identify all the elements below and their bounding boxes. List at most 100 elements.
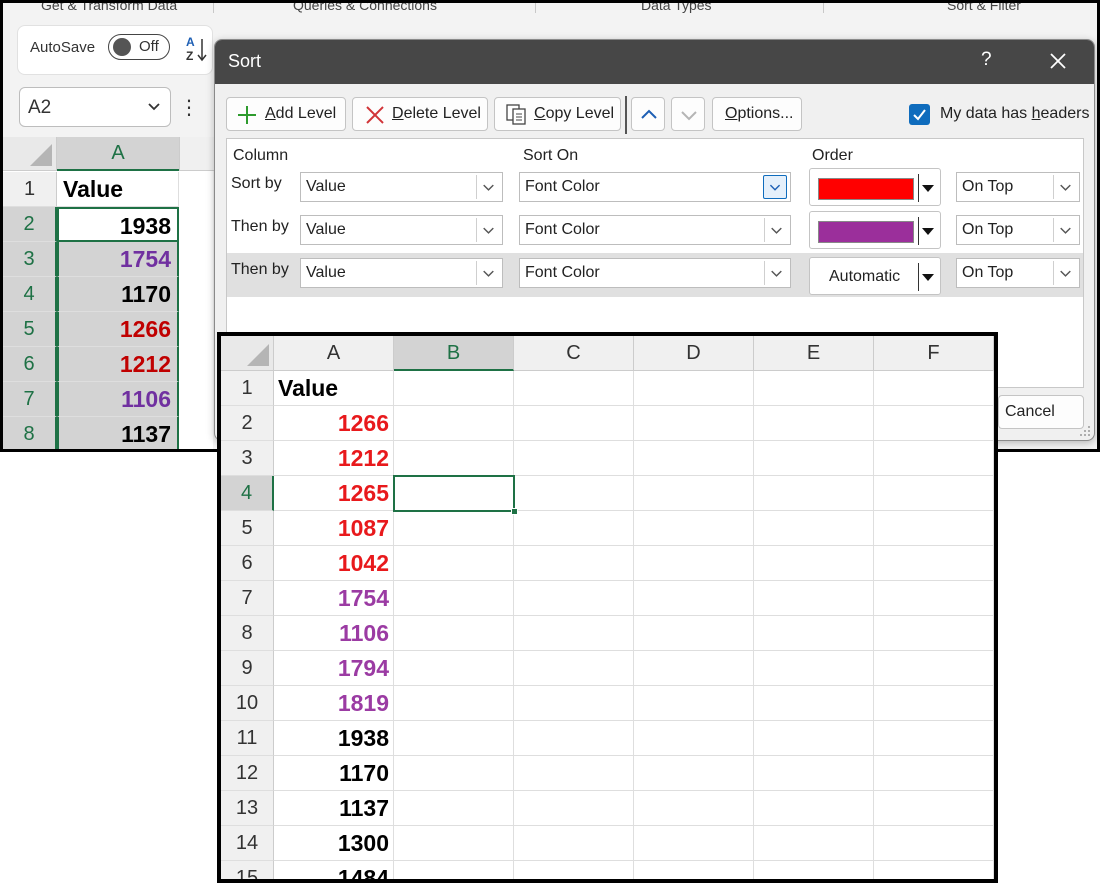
cell-a6[interactable]: 1212: [57, 347, 179, 382]
cell-a7[interactable]: 1106: [57, 382, 179, 417]
cell-a2[interactable]: 1938: [57, 207, 179, 242]
cell-d9[interactable]: [634, 651, 754, 686]
cell-d11[interactable]: [634, 721, 754, 756]
cell-e9[interactable]: [754, 651, 874, 686]
sort-on-dropdown[interactable]: Font Color: [519, 258, 791, 288]
cell-e10[interactable]: [754, 686, 874, 721]
autosave-toggle[interactable]: Off: [108, 34, 170, 60]
cell-a15[interactable]: 1484: [274, 861, 394, 879]
name-box[interactable]: A2: [19, 87, 171, 127]
cell-a5[interactable]: 1266: [57, 312, 179, 347]
cell-a13[interactable]: 1137: [274, 791, 394, 826]
cell-a1[interactable]: Value: [274, 371, 394, 406]
cell-c14[interactable]: [514, 826, 634, 861]
cell-d13[interactable]: [634, 791, 754, 826]
cell-f10[interactable]: [874, 686, 994, 721]
column-header-a[interactable]: A: [274, 336, 394, 371]
row-header[interactable]: 9: [221, 651, 274, 686]
cell-b5[interactable]: [394, 511, 514, 546]
cell-c2[interactable]: [514, 406, 634, 441]
cell-b3[interactable]: [394, 441, 514, 476]
cell-e11[interactable]: [754, 721, 874, 756]
cancel-button[interactable]: Cancel: [998, 395, 1084, 429]
delete-level-button[interactable]: Delete Level: [352, 97, 488, 131]
sort-a-to-z-icon[interactable]: A Z: [183, 35, 211, 65]
row-header[interactable]: 13: [221, 791, 274, 826]
cell-a8[interactable]: 1137: [57, 417, 179, 449]
cell-d6[interactable]: [634, 546, 754, 581]
column-dropdown[interactable]: Value: [300, 172, 503, 202]
cell-e15[interactable]: [754, 861, 874, 879]
cell-c13[interactable]: [514, 791, 634, 826]
more-options-icon[interactable]: ⋮: [179, 95, 199, 120]
column-header-a[interactable]: A: [57, 137, 179, 171]
row-header[interactable]: 7: [221, 581, 274, 616]
position-dropdown[interactable]: On Top: [956, 258, 1080, 288]
row-header[interactable]: 8: [221, 616, 274, 651]
cell-d10[interactable]: [634, 686, 754, 721]
cell-e6[interactable]: [754, 546, 874, 581]
cell-a10[interactable]: 1819: [274, 686, 394, 721]
cell-b15[interactable]: [394, 861, 514, 879]
row-header[interactable]: 12: [221, 756, 274, 791]
cell-e5[interactable]: [754, 511, 874, 546]
cell-d15[interactable]: [634, 861, 754, 879]
cell-f5[interactable]: [874, 511, 994, 546]
cell-e1[interactable]: [754, 371, 874, 406]
sort-level-row[interactable]: Sort by Value Font Color On Top: [227, 167, 1083, 211]
sort-on-dropdown[interactable]: Font Color: [519, 215, 791, 245]
row-header[interactable]: 1: [3, 172, 57, 207]
resize-grip-icon[interactable]: [1079, 425, 1091, 437]
cell-e12[interactable]: [754, 756, 874, 791]
cell-a8[interactable]: 1106: [274, 616, 394, 651]
cell-f1[interactable]: [874, 371, 994, 406]
cell-b14[interactable]: [394, 826, 514, 861]
column-dropdown[interactable]: Value: [300, 215, 503, 245]
order-color-dropdown[interactable]: Automatic: [809, 257, 941, 295]
row-header[interactable]: 8: [3, 417, 57, 449]
cell-d1[interactable]: [634, 371, 754, 406]
cell-f6[interactable]: [874, 546, 994, 581]
cell-a11[interactable]: 1938: [274, 721, 394, 756]
cell-c8[interactable]: [514, 616, 634, 651]
row-header[interactable]: 5: [221, 511, 274, 546]
cell-b1[interactable]: [394, 371, 514, 406]
column-dropdown[interactable]: Value: [300, 258, 503, 288]
cell-a3[interactable]: 1754: [57, 242, 179, 277]
cell-d12[interactable]: [634, 756, 754, 791]
cell-c12[interactable]: [514, 756, 634, 791]
cell-f15[interactable]: [874, 861, 994, 879]
cell-f13[interactable]: [874, 791, 994, 826]
column-header-d[interactable]: D: [634, 336, 754, 371]
copy-level-button[interactable]: Copy Level: [494, 97, 621, 131]
cell-b13[interactable]: [394, 791, 514, 826]
cell-e8[interactable]: [754, 616, 874, 651]
sort-level-row[interactable]: Then by Value Font Color On Top: [227, 210, 1083, 254]
cell-e14[interactable]: [754, 826, 874, 861]
row-header[interactable]: 6: [3, 347, 57, 382]
row-header[interactable]: 7: [3, 382, 57, 417]
add-level-button[interactable]: Add Level: [226, 97, 346, 131]
cell-e3[interactable]: [754, 441, 874, 476]
row-header[interactable]: 4: [3, 277, 57, 312]
cell-c5[interactable]: [514, 511, 634, 546]
dialog-title-bar[interactable]: Sort ?: [215, 40, 1094, 84]
select-all-corner[interactable]: [221, 336, 274, 371]
cell-e13[interactable]: [754, 791, 874, 826]
column-header-f[interactable]: F: [874, 336, 994, 371]
cell-f9[interactable]: [874, 651, 994, 686]
column-header-b[interactable]: B: [394, 336, 514, 371]
row-header[interactable]: 4: [221, 476, 274, 511]
row-header[interactable]: 3: [221, 441, 274, 476]
sort-level-row-selected[interactable]: Then by Value Font Color Automatic On To…: [227, 253, 1083, 297]
fill-handle[interactable]: [511, 508, 518, 515]
row-header[interactable]: 14: [221, 826, 274, 861]
cell-c4[interactable]: [514, 476, 634, 511]
cell-b7[interactable]: [394, 581, 514, 616]
cell-d8[interactable]: [634, 616, 754, 651]
cell-e7[interactable]: [754, 581, 874, 616]
cell-f11[interactable]: [874, 721, 994, 756]
row-header[interactable]: 5: [3, 312, 57, 347]
cell-a14[interactable]: 1300: [274, 826, 394, 861]
cell-d5[interactable]: [634, 511, 754, 546]
